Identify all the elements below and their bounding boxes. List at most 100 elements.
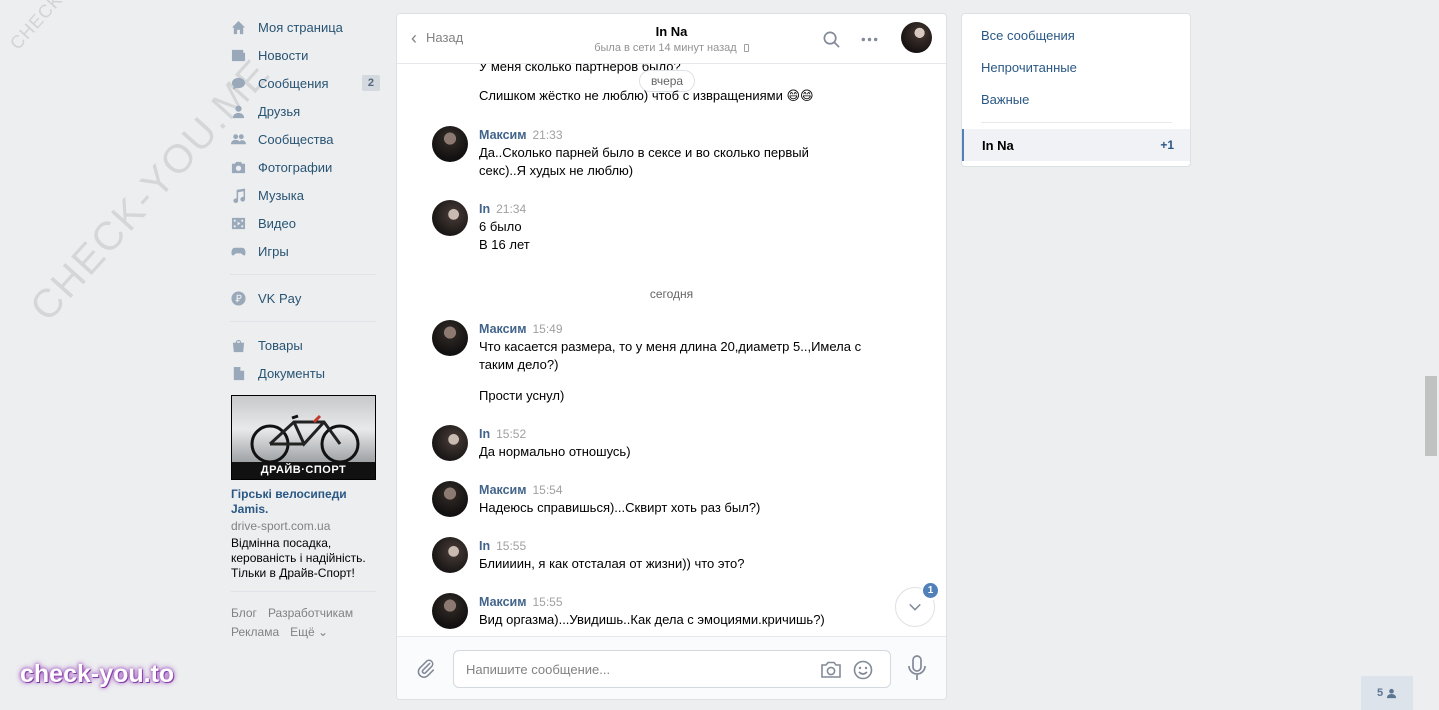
scroll-down-button[interactable]: 1 <box>895 581 940 627</box>
photos-icon <box>230 159 246 175</box>
filter-all-messages[interactable]: Все сообщения <box>981 28 1075 43</box>
ad-brand-label: ДРАЙВ·СПОРТ <box>232 462 375 479</box>
filter-divider <box>981 122 1172 123</box>
more-icon[interactable] <box>859 29 879 49</box>
message-text: Вид оргазма)...Увидишь..Как дела с эмоци… <box>479 612 825 627</box>
nav-video[interactable]: Видео <box>224 209 382 237</box>
nav-messages[interactable]: Сообщения 2 <box>224 69 382 97</box>
message-time: 15:52 <box>496 427 527 441</box>
footer-more-link[interactable]: Ещё ⌄ <box>290 625 328 639</box>
message-author[interactable]: Максим 15:49 <box>479 322 563 336</box>
peer-status-text: была в сети 14 минут назад <box>594 42 737 54</box>
message-time: 15:55 <box>496 539 527 553</box>
ad-image[interactable]: ДРАЙВ·СПОРТ <box>231 395 376 480</box>
message-author[interactable]: Максим 21:33 <box>479 128 563 142</box>
goods-icon <box>230 337 246 353</box>
message-text: В 16 лет <box>479 237 530 252</box>
message-filters-panel: Все сообщения Непрочитанные Важные In Na… <box>961 13 1191 167</box>
page-scrollbar[interactable] <box>1425 376 1437 456</box>
message-text: Да нормально отношусь) <box>479 444 631 459</box>
filter-important[interactable]: Важные <box>981 92 1029 107</box>
avatar[interactable] <box>432 593 468 629</box>
chat-panel: ‹ Назад In Na была в сети 14 минут назад… <box>396 13 947 700</box>
footer-links: Блог Разработчикам Реклама Ещё ⌄ <box>231 591 376 642</box>
message-input[interactable] <box>466 651 806 687</box>
mobile-icon <box>743 44 749 52</box>
footer-ads-link[interactable]: Реклама <box>231 625 279 639</box>
nav-photos[interactable]: Фотографии <box>224 153 382 181</box>
nav-documents[interactable]: Документы <box>224 359 382 387</box>
left-sidebar: Моя страница Новости Сообщения 2 Друзья … <box>224 13 382 642</box>
message-time: 15:55 <box>532 595 563 609</box>
message-author[interactable]: Максим 15:54 <box>479 483 563 497</box>
ad-description: Відмінна посадка, керованість і надійніс… <box>231 536 366 580</box>
nav-label: Моя страница <box>258 19 343 35</box>
search-icon[interactable] <box>821 29 841 49</box>
unread-badge: 1 <box>921 581 940 600</box>
nav-communities[interactable]: Сообщества <box>224 125 382 153</box>
message-time: 15:49 <box>532 322 563 336</box>
message-text: таким дело?) <box>479 357 559 372</box>
chat-header: ‹ Назад In Na была в сети 14 минут назад <box>397 14 946 64</box>
message-text: Надеюсь справишься)...Сквирт хоть раз бы… <box>479 500 761 515</box>
message-text: Что касается размера, то у меня длина 20… <box>479 339 862 354</box>
avatar[interactable] <box>432 200 468 236</box>
footer-blog-link[interactable]: Блог <box>231 606 257 620</box>
composer <box>397 636 946 699</box>
home-icon <box>230 19 246 35</box>
message-author[interactable]: In 21:34 <box>479 202 526 216</box>
nav-label: Музыка <box>258 187 304 203</box>
nav-goods[interactable]: Товары <box>224 331 382 359</box>
online-friends-button[interactable]: 5 <box>1361 676 1413 710</box>
messages-count-badge: 2 <box>361 75 380 91</box>
avatar[interactable] <box>432 425 468 461</box>
music-icon <box>230 187 246 203</box>
nav-friends[interactable]: Друзья <box>224 97 382 125</box>
filter-unread[interactable]: Непрочитанные <box>981 60 1077 75</box>
video-icon <box>230 215 246 231</box>
attach-icon[interactable] <box>415 657 437 682</box>
conversation-item-active[interactable]: In Na +1 <box>962 129 1190 161</box>
nav-games[interactable]: Игры <box>224 237 382 265</box>
message-text: 6 было <box>479 219 522 234</box>
avatar[interactable] <box>432 320 468 356</box>
documents-icon <box>230 365 246 381</box>
nav-my-page[interactable]: Моя страница <box>224 13 382 41</box>
peer-avatar[interactable] <box>901 22 932 53</box>
message-text: Да..Сколько парней было в сексе и во ско… <box>479 145 809 160</box>
nav-vkpay[interactable]: VK Pay <box>224 284 382 312</box>
date-separator-today: сегодня <box>649 287 694 301</box>
nav-label: Сообщения <box>258 75 329 91</box>
ad-title[interactable]: Гірські велосипеди Jamis. <box>231 487 376 517</box>
avatar[interactable] <box>432 481 468 517</box>
nav-music[interactable]: Музыка <box>224 181 382 209</box>
watermark-small: CHECK-YOU.ME <box>6 0 123 54</box>
conversation-name: In Na <box>982 138 1014 153</box>
games-icon <box>230 243 246 259</box>
nav-label: Фотографии <box>258 159 333 175</box>
nav-label: Игры <box>258 243 289 259</box>
ad-domain: drive-sport.com.ua <box>231 519 331 533</box>
emoji-icon[interactable] <box>853 660 873 683</box>
avatar[interactable] <box>432 537 468 573</box>
message-input-box[interactable] <box>453 650 891 688</box>
online-count: 5 <box>1376 687 1384 699</box>
advertisement[interactable]: ДРАЙВ·СПОРТ Гірські велосипеди Jamis. dr… <box>231 395 376 581</box>
avatar[interactable] <box>432 126 468 162</box>
conversation-unread-count: +1 <box>1160 138 1174 152</box>
message-author[interactable]: Максим 15:55 <box>479 595 563 609</box>
nav-label: Новости <box>258 47 309 63</box>
message-author[interactable]: In 15:52 <box>479 427 526 441</box>
communities-icon <box>230 131 246 147</box>
friends-icon <box>230 103 246 119</box>
message-history[interactable]: У меня сколько партнеров было? вчера Сли… <box>397 64 946 637</box>
camera-icon[interactable] <box>820 660 842 683</box>
nav-label: Товары <box>258 337 303 353</box>
nav-news[interactable]: Новости <box>224 41 382 69</box>
nav-divider <box>230 274 376 275</box>
footer-developers-link[interactable]: Разработчикам <box>268 606 353 620</box>
nav-divider <box>230 321 376 322</box>
microphone-icon[interactable] <box>907 655 927 684</box>
message-author[interactable]: In 15:55 <box>479 539 526 553</box>
messages-icon <box>230 75 246 91</box>
